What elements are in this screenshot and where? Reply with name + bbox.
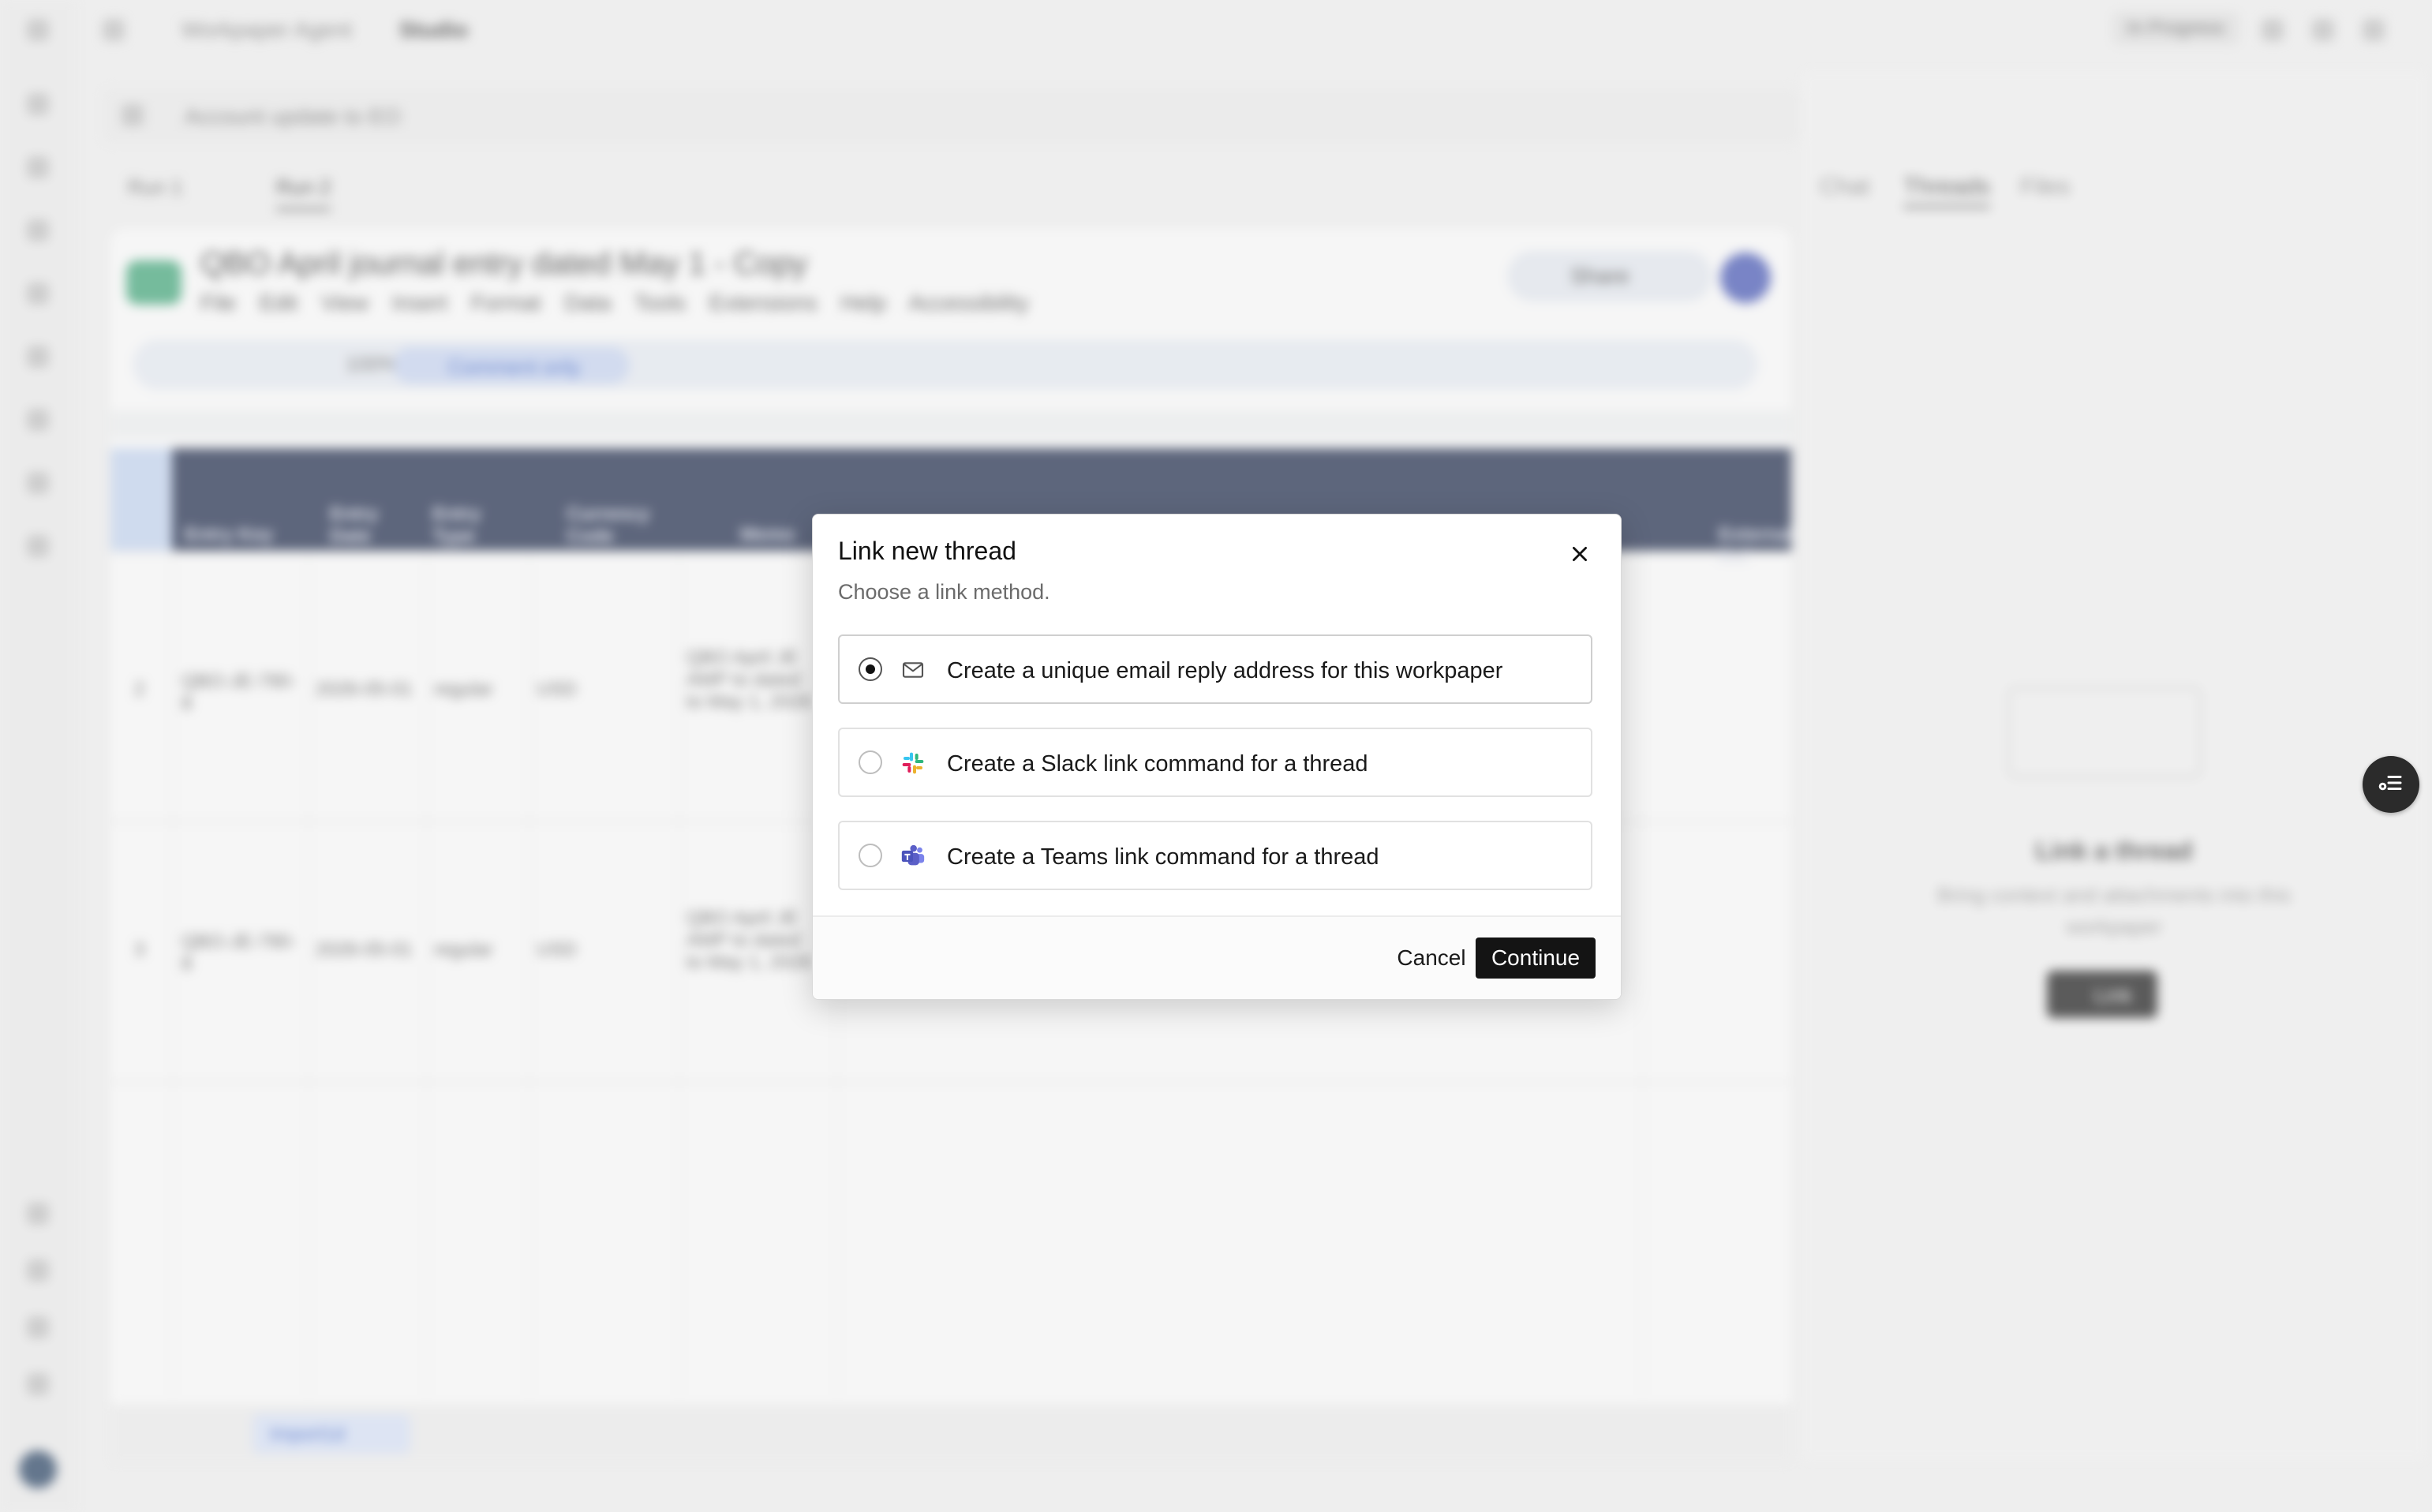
dialog-subtitle: Choose a link method. <box>838 580 1050 604</box>
option-email-reply[interactable]: Create a unique email reply address for … <box>838 634 1592 704</box>
option-slack-command[interactable]: Create a Slack link command for a thread <box>838 728 1592 797</box>
close-button[interactable] <box>1566 541 1594 570</box>
close-icon <box>1570 544 1590 568</box>
slack-icon <box>900 750 926 777</box>
continue-button[interactable]: Continue <box>1476 938 1596 979</box>
option-email-label: Create a unique email reply address for … <box>947 658 1503 683</box>
radio-slack[interactable] <box>859 750 882 774</box>
option-slack-label: Create a Slack link command for a thread <box>947 751 1368 777</box>
option-teams-command[interactable]: Create a Teams link command for a thread <box>838 821 1592 890</box>
link-thread-dialog: Link new thread Choose a link method. Cr… <box>812 514 1622 1000</box>
cancel-button[interactable]: Cancel <box>1373 938 1490 979</box>
option-teams-label: Create a Teams link command for a thread <box>947 844 1379 870</box>
dialog-title: Link new thread <box>838 537 1016 565</box>
radio-teams[interactable] <box>859 844 882 867</box>
teams-icon <box>900 843 926 870</box>
radio-email-selected[interactable] <box>859 657 882 681</box>
list-settings-icon <box>2377 769 2405 801</box>
floating-action-button[interactable] <box>2363 756 2419 813</box>
dialog-footer: Cancel Continue <box>813 915 1621 999</box>
mail-icon <box>900 657 926 683</box>
